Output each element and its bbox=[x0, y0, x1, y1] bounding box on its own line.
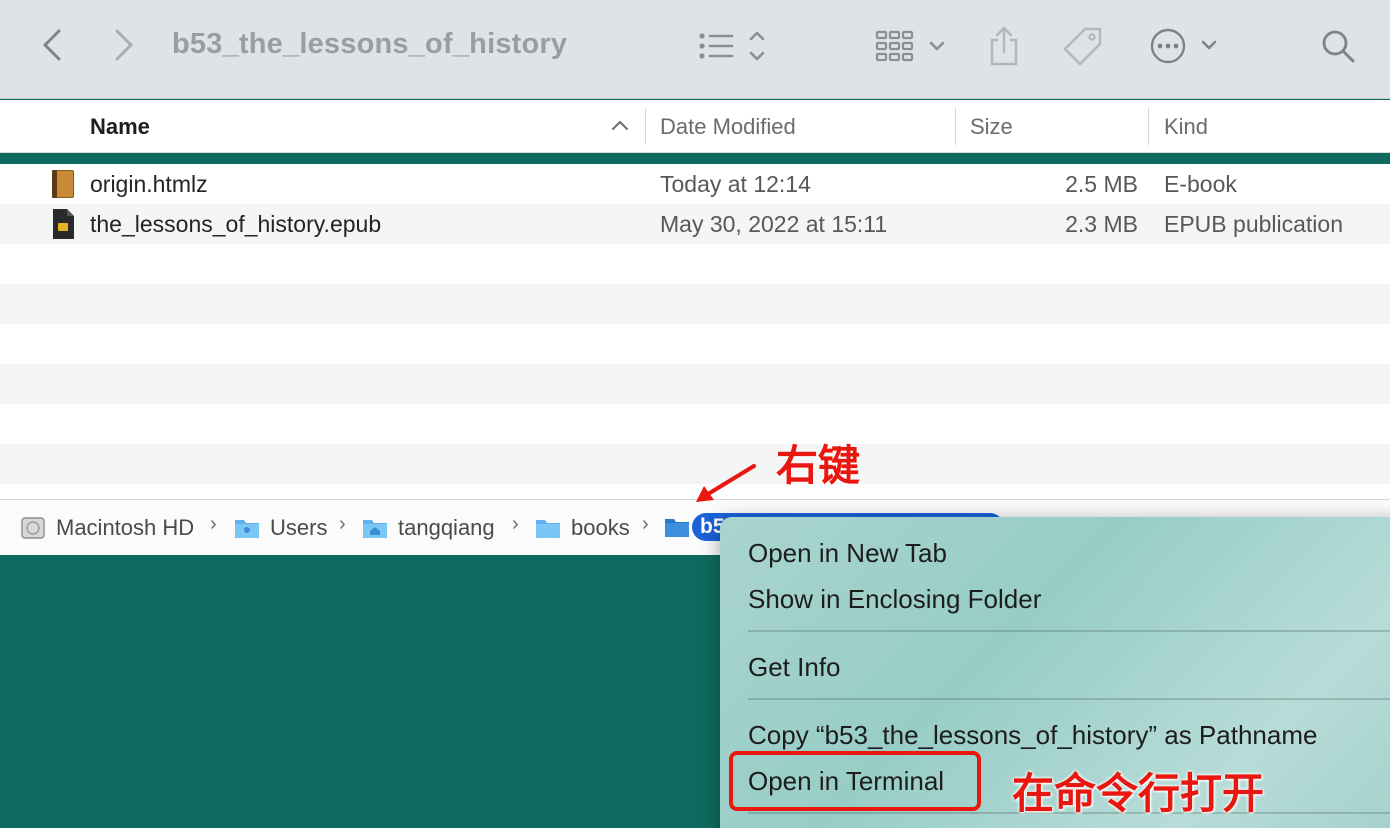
path-item-books[interactable]: books bbox=[535, 512, 630, 544]
file-kind: EPUB publication bbox=[1164, 210, 1343, 237]
menu-item-get-info[interactable]: Get Info bbox=[748, 647, 841, 687]
path-separator-icon: › bbox=[642, 513, 649, 535]
column-date-header[interactable]: Date Modified bbox=[660, 100, 796, 153]
menu-divider bbox=[748, 698, 1390, 700]
folder-icon bbox=[235, 520, 259, 538]
menu-item-open-in-new-tab[interactable]: Open in New Tab bbox=[748, 533, 947, 573]
file-row[interactable]: origin.htmlz Today at 12:14 2.5 MB E-boo… bbox=[0, 164, 1390, 204]
file-name: origin.htmlz bbox=[90, 170, 208, 197]
column-header: Name Date Modified Size Kind bbox=[0, 100, 1390, 153]
tag-icon bbox=[1063, 27, 1102, 66]
empty-row bbox=[0, 324, 1390, 364]
column-size-header[interactable]: Size bbox=[970, 100, 1013, 153]
column-name-header[interactable]: Name bbox=[90, 100, 150, 153]
forward-button[interactable] bbox=[102, 22, 146, 68]
file-list: origin.htmlz Today at 12:14 2.5 MB E-boo… bbox=[0, 164, 1390, 500]
empty-row bbox=[0, 364, 1390, 404]
annotation-arrow-icon bbox=[696, 464, 756, 502]
menu-item-copy-as-pathname[interactable]: Copy “b53_the_lessons_of_history” as Pat… bbox=[748, 715, 1317, 755]
path-item-label: Users bbox=[270, 515, 328, 540]
folder-icon bbox=[536, 520, 560, 538]
column-kind-header[interactable]: Kind bbox=[1164, 100, 1208, 153]
tag-button[interactable] bbox=[1058, 22, 1108, 70]
annotation-highlight-box bbox=[729, 751, 981, 811]
home-folder-icon bbox=[363, 520, 387, 538]
path-separator-icon: › bbox=[210, 513, 217, 535]
list-view-button[interactable] bbox=[690, 24, 770, 68]
window-title: b53_the_lessons_of_history bbox=[172, 28, 568, 60]
ebook-icon bbox=[52, 170, 74, 198]
share-button[interactable] bbox=[982, 22, 1026, 70]
file-kind: E-book bbox=[1164, 170, 1237, 197]
chevron-left-icon bbox=[43, 29, 61, 61]
annotation-open-terminal: 在命令行打开 bbox=[1012, 770, 1265, 817]
empty-row bbox=[0, 244, 1390, 284]
file-date: May 30, 2022 at 15:11 bbox=[660, 210, 888, 237]
finder-toolbar: b53_the_lessons_of_history bbox=[0, 0, 1390, 99]
path-item-macintosh-hd[interactable]: Macintosh HD bbox=[20, 512, 194, 544]
file-row[interactable]: the_lessons_of_history.epub May 30, 2022… bbox=[0, 204, 1390, 244]
search-icon bbox=[1322, 30, 1355, 63]
folder-icon bbox=[665, 519, 689, 537]
column-divider[interactable] bbox=[645, 108, 646, 145]
column-divider[interactable] bbox=[1148, 108, 1149, 145]
path-item-label: books bbox=[571, 515, 630, 540]
path-item-tangqiang[interactable]: tangqiang bbox=[362, 512, 495, 544]
more-actions-button[interactable] bbox=[1144, 22, 1224, 70]
file-date: Today at 12:14 bbox=[660, 170, 811, 197]
chevron-right-icon bbox=[115, 29, 133, 61]
path-item-label: Macintosh HD bbox=[56, 515, 195, 540]
path-separator-icon: › bbox=[339, 513, 346, 535]
file-size: 2.3 MB bbox=[1065, 210, 1138, 237]
epub-file-icon bbox=[53, 209, 74, 239]
empty-row bbox=[0, 284, 1390, 324]
path-item-users[interactable]: Users bbox=[234, 512, 327, 544]
back-button[interactable] bbox=[30, 22, 74, 68]
list-view-icon bbox=[699, 31, 765, 61]
empty-row bbox=[0, 404, 1390, 444]
grid-view-icon bbox=[875, 30, 945, 62]
menu-item-show-in-enclosing-folder[interactable]: Show in Enclosing Folder bbox=[748, 579, 1041, 619]
file-size: 2.5 MB bbox=[1065, 170, 1138, 197]
path-item-label: tangqiang bbox=[398, 515, 495, 540]
column-divider[interactable] bbox=[955, 108, 956, 145]
group-view-button[interactable] bbox=[868, 24, 950, 68]
search-button[interactable] bbox=[1314, 22, 1362, 70]
annotation-right-click: 右键 bbox=[776, 442, 861, 489]
menu-divider bbox=[748, 630, 1390, 632]
share-icon bbox=[990, 26, 1018, 66]
path-separator-icon: › bbox=[512, 513, 519, 535]
file-name: the_lessons_of_history.epub bbox=[90, 210, 382, 237]
sort-ascending-icon[interactable] bbox=[608, 114, 632, 138]
ellipsis-circle-icon bbox=[1150, 28, 1217, 64]
hard-drive-icon bbox=[21, 517, 45, 539]
